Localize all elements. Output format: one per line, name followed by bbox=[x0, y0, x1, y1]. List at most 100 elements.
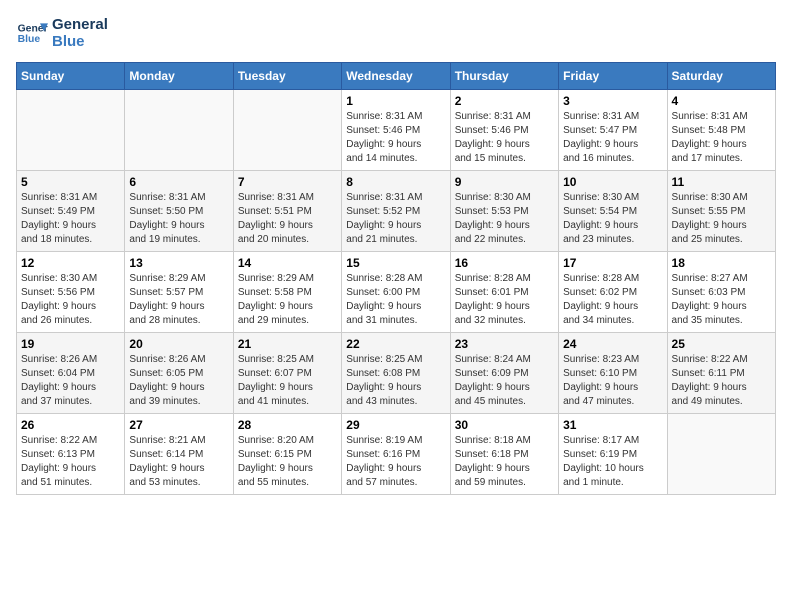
weekday-header-sunday: Sunday bbox=[17, 63, 125, 90]
day-info: Sunrise: 8:31 AM Sunset: 5:51 PM Dayligh… bbox=[238, 191, 337, 247]
calendar-cell bbox=[17, 90, 125, 171]
weekday-header-saturday: Saturday bbox=[667, 63, 775, 90]
calendar-cell: 22 Sunrise: 8:25 AM Sunset: 6:08 PM Dayli… bbox=[342, 333, 450, 414]
day-info: Sunrise: 8:30 AM Sunset: 5:53 PM Dayligh… bbox=[455, 191, 554, 247]
calendar-week-row: 5 Sunrise: 8:31 AM Sunset: 5:49 PM Daylig… bbox=[17, 171, 776, 252]
day-info: Sunrise: 8:25 AM Sunset: 6:08 PM Dayligh… bbox=[346, 353, 445, 409]
weekday-header-row: SundayMondayTuesdayWednesdayThursdayFrid… bbox=[17, 63, 776, 90]
day-info: Sunrise: 8:31 AM Sunset: 5:46 PM Dayligh… bbox=[455, 110, 554, 166]
day-number: 14 bbox=[238, 256, 337, 270]
calendar-table: SundayMondayTuesdayWednesdayThursdayFrid… bbox=[16, 62, 776, 495]
calendar-cell: 19 Sunrise: 8:26 AM Sunset: 6:04 PM Dayli… bbox=[17, 333, 125, 414]
page-header: General Blue General Blue bbox=[16, 16, 776, 50]
day-number: 8 bbox=[346, 175, 445, 189]
day-number: 18 bbox=[672, 256, 771, 270]
day-number: 13 bbox=[129, 256, 228, 270]
calendar-cell: 15 Sunrise: 8:28 AM Sunset: 6:00 PM Dayli… bbox=[342, 252, 450, 333]
calendar-cell: 1Sunrise: 8:31 AM Sunset: 5:46 PM Daylig… bbox=[342, 90, 450, 171]
day-info: Sunrise: 8:22 AM Sunset: 6:13 PM Dayligh… bbox=[21, 434, 120, 490]
day-info: Sunrise: 8:26 AM Sunset: 6:05 PM Dayligh… bbox=[129, 353, 228, 409]
calendar-cell: 6Sunrise: 8:31 AM Sunset: 5:50 PM Daylig… bbox=[125, 171, 233, 252]
day-number: 17 bbox=[563, 256, 662, 270]
calendar-cell: 31Sunrise: 8:17 AM Sunset: 6:19 PM Dayli… bbox=[559, 414, 667, 495]
day-info: Sunrise: 8:30 AM Sunset: 5:54 PM Dayligh… bbox=[563, 191, 662, 247]
day-info: Sunrise: 8:30 AM Sunset: 5:56 PM Dayligh… bbox=[21, 272, 120, 328]
calendar-cell: 25 Sunrise: 8:22 AM Sunset: 6:11 PM Dayli… bbox=[667, 333, 775, 414]
day-number: 15 bbox=[346, 256, 445, 270]
day-number: 12 bbox=[21, 256, 120, 270]
day-number: 23 bbox=[455, 337, 554, 351]
calendar-cell: 28 Sunrise: 8:20 AM Sunset: 6:15 PM Dayli… bbox=[233, 414, 341, 495]
day-info: Sunrise: 8:29 AM Sunset: 5:58 PM Dayligh… bbox=[238, 272, 337, 328]
day-number: 2 bbox=[455, 94, 554, 108]
svg-text:Blue: Blue bbox=[18, 34, 41, 45]
day-info: Sunrise: 8:24 AM Sunset: 6:09 PM Dayligh… bbox=[455, 353, 554, 409]
day-info: Sunrise: 8:20 AM Sunset: 6:15 PM Dayligh… bbox=[238, 434, 337, 490]
calendar-week-row: 26 Sunrise: 8:22 AM Sunset: 6:13 PM Dayli… bbox=[17, 414, 776, 495]
calendar-cell bbox=[667, 414, 775, 495]
weekday-header-monday: Monday bbox=[125, 63, 233, 90]
day-number: 29 bbox=[346, 418, 445, 432]
calendar-cell: 24Sunrise: 8:23 AM Sunset: 6:10 PM Dayli… bbox=[559, 333, 667, 414]
day-number: 31 bbox=[563, 418, 662, 432]
weekday-header-thursday: Thursday bbox=[450, 63, 558, 90]
day-number: 16 bbox=[455, 256, 554, 270]
day-number: 27 bbox=[129, 418, 228, 432]
calendar-cell: 8Sunrise: 8:31 AM Sunset: 5:52 PM Daylig… bbox=[342, 171, 450, 252]
calendar-cell bbox=[233, 90, 341, 171]
calendar-cell: 18 Sunrise: 8:27 AM Sunset: 6:03 PM Dayli… bbox=[667, 252, 775, 333]
calendar-cell: 5 Sunrise: 8:31 AM Sunset: 5:49 PM Daylig… bbox=[17, 171, 125, 252]
weekday-header-friday: Friday bbox=[559, 63, 667, 90]
logo-general: General bbox=[52, 16, 108, 33]
day-number: 5 bbox=[21, 175, 120, 189]
day-info: Sunrise: 8:26 AM Sunset: 6:04 PM Dayligh… bbox=[21, 353, 120, 409]
calendar-cell: 20 Sunrise: 8:26 AM Sunset: 6:05 PM Dayli… bbox=[125, 333, 233, 414]
day-number: 10 bbox=[563, 175, 662, 189]
calendar-cell: 4Sunrise: 8:31 AM Sunset: 5:48 PM Daylig… bbox=[667, 90, 775, 171]
day-info: Sunrise: 8:21 AM Sunset: 6:14 PM Dayligh… bbox=[129, 434, 228, 490]
calendar-cell: 10 Sunrise: 8:30 AM Sunset: 5:54 PM Dayli… bbox=[559, 171, 667, 252]
calendar-week-row: 12 Sunrise: 8:30 AM Sunset: 5:56 PM Dayli… bbox=[17, 252, 776, 333]
day-number: 11 bbox=[672, 175, 771, 189]
day-info: Sunrise: 8:31 AM Sunset: 5:46 PM Dayligh… bbox=[346, 110, 445, 166]
calendar-cell: 9Sunrise: 8:30 AM Sunset: 5:53 PM Daylig… bbox=[450, 171, 558, 252]
weekday-header-tuesday: Tuesday bbox=[233, 63, 341, 90]
day-info: Sunrise: 8:25 AM Sunset: 6:07 PM Dayligh… bbox=[238, 353, 337, 409]
calendar-cell: 12 Sunrise: 8:30 AM Sunset: 5:56 PM Dayli… bbox=[17, 252, 125, 333]
day-number: 21 bbox=[238, 337, 337, 351]
calendar-cell bbox=[125, 90, 233, 171]
day-number: 28 bbox=[238, 418, 337, 432]
day-info: Sunrise: 8:28 AM Sunset: 6:01 PM Dayligh… bbox=[455, 272, 554, 328]
day-info: Sunrise: 8:31 AM Sunset: 5:48 PM Dayligh… bbox=[672, 110, 771, 166]
calendar-cell: 23 Sunrise: 8:24 AM Sunset: 6:09 PM Dayli… bbox=[450, 333, 558, 414]
calendar-cell: 2 Sunrise: 8:31 AM Sunset: 5:46 PM Daylig… bbox=[450, 90, 558, 171]
calendar-cell: 14 Sunrise: 8:29 AM Sunset: 5:58 PM Dayli… bbox=[233, 252, 341, 333]
calendar-cell: 13 Sunrise: 8:29 AM Sunset: 5:57 PM Dayli… bbox=[125, 252, 233, 333]
day-info: Sunrise: 8:23 AM Sunset: 6:10 PM Dayligh… bbox=[563, 353, 662, 409]
calendar-cell: 27 Sunrise: 8:21 AM Sunset: 6:14 PM Dayli… bbox=[125, 414, 233, 495]
day-info: Sunrise: 8:27 AM Sunset: 6:03 PM Dayligh… bbox=[672, 272, 771, 328]
day-number: 20 bbox=[129, 337, 228, 351]
day-info: Sunrise: 8:22 AM Sunset: 6:11 PM Dayligh… bbox=[672, 353, 771, 409]
calendar-cell: 30Sunrise: 8:18 AM Sunset: 6:18 PM Dayli… bbox=[450, 414, 558, 495]
calendar-cell: 3Sunrise: 8:31 AM Sunset: 5:47 PM Daylig… bbox=[559, 90, 667, 171]
logo: General Blue General Blue bbox=[16, 16, 108, 50]
logo-blue: Blue bbox=[52, 33, 108, 50]
calendar-cell: 11 Sunrise: 8:30 AM Sunset: 5:55 PM Dayli… bbox=[667, 171, 775, 252]
day-number: 19 bbox=[21, 337, 120, 351]
day-number: 25 bbox=[672, 337, 771, 351]
day-info: Sunrise: 8:31 AM Sunset: 5:49 PM Dayligh… bbox=[21, 191, 120, 247]
day-info: Sunrise: 8:29 AM Sunset: 5:57 PM Dayligh… bbox=[129, 272, 228, 328]
day-number: 7 bbox=[238, 175, 337, 189]
day-info: Sunrise: 8:31 AM Sunset: 5:50 PM Dayligh… bbox=[129, 191, 228, 247]
day-info: Sunrise: 8:28 AM Sunset: 6:02 PM Dayligh… bbox=[563, 272, 662, 328]
day-number: 22 bbox=[346, 337, 445, 351]
calendar-cell: 17 Sunrise: 8:28 AM Sunset: 6:02 PM Dayli… bbox=[559, 252, 667, 333]
day-number: 26 bbox=[21, 418, 120, 432]
day-info: Sunrise: 8:30 AM Sunset: 5:55 PM Dayligh… bbox=[672, 191, 771, 247]
calendar-cell: 16 Sunrise: 8:28 AM Sunset: 6:01 PM Dayli… bbox=[450, 252, 558, 333]
calendar-week-row: 19 Sunrise: 8:26 AM Sunset: 6:04 PM Dayli… bbox=[17, 333, 776, 414]
logo-icon: General Blue bbox=[16, 17, 48, 49]
day-info: Sunrise: 8:18 AM Sunset: 6:18 PM Dayligh… bbox=[455, 434, 554, 490]
day-info: Sunrise: 8:28 AM Sunset: 6:00 PM Dayligh… bbox=[346, 272, 445, 328]
